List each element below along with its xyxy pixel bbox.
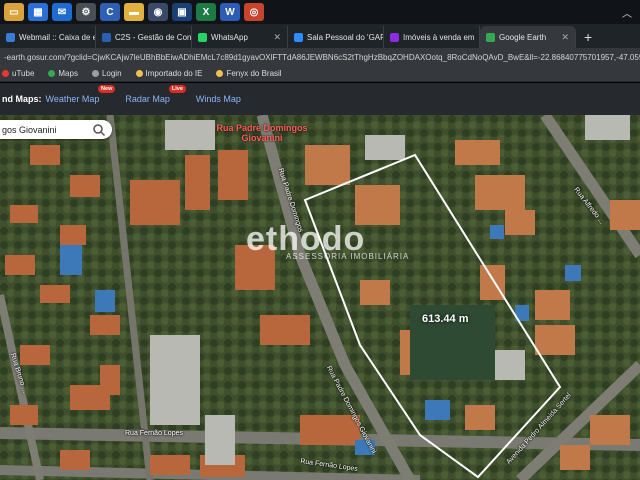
bookmark-favicon-icon [216,70,224,77]
file-explorer-icon[interactable]: ▭ [4,3,24,21]
tab-label: Google Earth [499,32,547,42]
tab-close-icon[interactable]: ✕ [561,32,569,43]
weather-map-label: Weather Map [45,94,100,104]
tab-label: Sala Pessoal do 'GAR [307,32,384,42]
satellite-map[interactable]: Rua Fernão Lopes Rua Fernão Lopes Rua Pa… [0,115,640,480]
tab-favicon-icon [102,32,111,42]
live-badge: Live [168,85,186,93]
radar-map-link[interactable]: Radar Map Live [125,85,186,104]
new-badge: New [98,85,116,93]
excel-icon[interactable]: X [196,3,216,21]
tab-close-icon[interactable]: ✕ [273,32,281,43]
system-tray-chevron-icon[interactable]: ︿ [622,5,640,20]
bookmarks-bar: uTube Maps Login Importado do IE Fenyx do Br… [0,66,640,82]
browser-tab[interactable]: Webmail :: Caixa de e✕ [0,26,96,48]
tab-label: C2S - Gestão de Con [115,32,192,42]
search-icon[interactable] [92,123,106,137]
street-label: Rua Fernão Lopes [125,430,183,437]
tab-favicon-icon [6,32,15,42]
bookmark-label: Maps [58,69,78,78]
location-search-box[interactable] [0,120,112,139]
bookmark-label: Login [101,69,122,78]
browser-tab[interactable]: Imóveis à venda em✕ [384,26,480,48]
map-pin-label[interactable]: Rua Padre Domingos Giovanini [202,123,322,143]
bookmark-item[interactable]: uTube [2,69,34,78]
measurement-label: 613.44 m [422,313,469,325]
bookmark-item[interactable]: Login [91,69,122,78]
bookmark-favicon-icon [48,70,56,77]
bookmark-label: uTube [12,69,35,78]
app-c-icon[interactable]: C [100,3,120,21]
radar-map-label: Radar Map [125,94,170,104]
address-url[interactable]: -earth.gosur.com/?gclid=CjwKCAjw7leUBhBb… [4,53,640,62]
tab-label: WhatsApp [211,32,248,42]
settings-icon[interactable]: ⚙ [76,3,96,21]
bookmark-item[interactable]: Fenyx do Brasil [216,69,282,78]
browser-tab[interactable]: Google Earth ✕ [480,26,576,48]
word-icon[interactable]: W [220,3,240,21]
search-input[interactable] [2,124,92,135]
bookmark-favicon-icon [135,70,143,77]
weather-map-link[interactable]: Weather Map New [45,85,116,104]
app-tv-icon[interactable]: ▣ [172,3,192,21]
winds-map-link[interactable]: Winds Map [196,94,241,104]
browser-tab-strip: Webmail :: Caixa de e✕C2S - Gestão de Co… [0,24,640,48]
mail-icon[interactable]: ✉ [52,3,72,21]
tab-label: Webmail :: Caixa de e [19,32,96,42]
windows-taskbar: ▭ ▦ ✉ ⚙ C ▬ ◉ ▣ X W ◎ ︿ [0,0,640,24]
app-lens-icon[interactable]: ◉ [148,3,168,21]
address-bar[interactable]: -earth.gosur.com/?gclid=CjwKCAjw7leUBhBb… [0,48,640,66]
tab-favicon-icon [294,32,303,42]
bookmark-label: Importado do IE [145,69,203,78]
tab-favicon-icon [390,32,399,42]
watermark-subtitle: ASSESSORIA IMOBILIÁRIA [286,252,410,261]
new-tab-button[interactable]: + [576,29,600,48]
chrome-icon[interactable]: ◎ [244,3,264,21]
browser-tab[interactable]: Sala Pessoal do 'GAR✕ [288,26,384,48]
header-brand: nd Maps: [2,94,42,104]
bookmark-label: Fenyx do Brasil [226,69,282,78]
bookmark-favicon-icon [91,70,99,77]
winds-map-label: Winds Map [195,94,241,104]
tab-label: Imóveis à venda em [403,32,475,42]
bookmark-favicon-icon [2,70,9,77]
calendar-icon[interactable]: ▦ [28,3,48,21]
bookmark-item[interactable]: Maps [48,69,78,78]
browser-tab[interactable]: WhatsApp ✕ [192,26,288,48]
browser-tab[interactable]: C2S - Gestão de Con✕ [96,26,192,48]
bookmark-item[interactable]: Importado do IE [135,69,203,78]
folder-icon[interactable]: ▬ [124,3,144,21]
tab-favicon-icon [486,32,495,42]
site-header: nd Maps: Weather Map New Radar Map Live … [0,83,640,115]
tab-favicon-icon [198,32,207,42]
